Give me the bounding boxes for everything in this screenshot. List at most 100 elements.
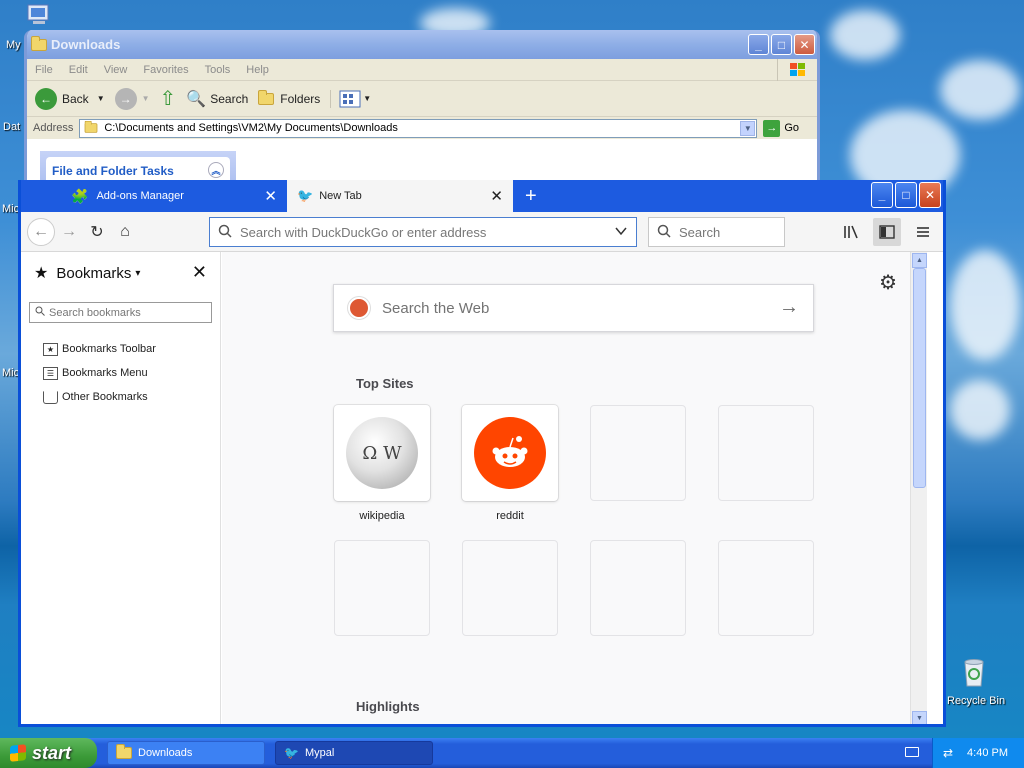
keyboard-icon[interactable] (905, 747, 919, 757)
back-button[interactable]: ← Back ▼ (35, 87, 105, 110)
back-label: Back (62, 91, 89, 106)
taskbar-button-downloads[interactable]: Downloads (107, 741, 265, 765)
folders-icon (258, 89, 275, 105)
my-computer-icon[interactable] (24, 3, 54, 29)
tab-label: Add-ons Manager (96, 190, 184, 202)
folders-button[interactable]: Folders (258, 89, 320, 106)
tab-new-tab[interactable]: 🐦 New Tab ✕ (287, 180, 513, 212)
home-icon: ⌂ (120, 222, 130, 240)
top-site-empty[interactable] (590, 405, 686, 501)
maximize-button[interactable]: □ (771, 34, 792, 55)
up-folder-button[interactable]: ⇧ (160, 86, 177, 111)
scroll-down-arrow-icon[interactable]: ▼ (912, 711, 927, 724)
desktop-icon-label[interactable]: My (6, 39, 21, 51)
taskbar: start Downloads 🐦 Mypal ⇄ 4:40 PM (0, 738, 1024, 768)
folder-icon (116, 744, 132, 759)
network-icon[interactable]: ⇄ (943, 746, 953, 760)
tab-addons-manager[interactable]: 🧩 Add-ons Manager ✕ (61, 180, 287, 212)
home-button[interactable]: ⌂ (111, 218, 139, 246)
taskbar-button-label: Downloads (138, 747, 193, 759)
top-site-wikipedia[interactable]: Ω W (334, 405, 430, 501)
web-search-input[interactable]: Search the Web → (333, 284, 814, 332)
reload-button[interactable]: ↻ (83, 218, 111, 246)
reddit-logo-icon (474, 417, 546, 489)
sidebar-toggle-button[interactable] (873, 218, 901, 246)
close-button[interactable]: ✕ (919, 182, 941, 208)
chevron-down-icon[interactable]: ▼ (142, 94, 150, 103)
forward-button[interactable]: → (55, 218, 83, 246)
menu-edit[interactable]: Edit (69, 64, 88, 76)
menu-view[interactable]: View (104, 64, 128, 76)
menu-tools[interactable]: Tools (205, 64, 231, 76)
maximize-button[interactable]: □ (895, 182, 917, 208)
menu-button[interactable] (909, 218, 937, 246)
library-button[interactable] (837, 218, 865, 246)
chevron-down-icon[interactable]: ▼ (740, 120, 756, 136)
recycle-bin-icon[interactable] (958, 656, 990, 688)
sidebar-item-other-bookmarks[interactable]: Other Bookmarks (21, 385, 220, 409)
top-site-label[interactable]: reddit (462, 510, 558, 522)
back-arrow-icon: ← (33, 222, 49, 240)
desktop-icon-label[interactable]: Mic (2, 367, 19, 379)
chevron-down-icon[interactable]: ▼ (97, 94, 105, 103)
views-button[interactable]: ▼ (330, 89, 371, 108)
url-placeholder: Search with DuckDuckGo or enter address (240, 224, 487, 240)
menu-file[interactable]: File (35, 64, 53, 76)
top-site-label[interactable]: wikipedia (334, 510, 430, 522)
clock[interactable]: 4:40 PM (967, 747, 1008, 759)
close-tab-icon[interactable]: ✕ (264, 187, 277, 205)
plus-icon: + (525, 184, 537, 207)
close-sidebar-icon[interactable]: ✕ (192, 262, 207, 283)
chevron-down-icon[interactable]: ▼ (363, 94, 371, 103)
sidebar-item-bookmarks-menu[interactable]: ☰ Bookmarks Menu (21, 361, 220, 385)
collapse-chevron-icon[interactable]: ︽ (208, 162, 224, 178)
search-button[interactable]: 🔍 Search (186, 89, 248, 109)
star-icon: ★ (34, 265, 49, 282)
bookmarks-search-input[interactable]: Search bookmarks (29, 302, 212, 323)
mypal-logo-icon: 🐦 (297, 188, 314, 203)
chevron-down-icon[interactable] (614, 224, 628, 241)
start-label: start (32, 742, 72, 763)
arrow-right-icon[interactable]: → (779, 296, 799, 319)
top-site-empty[interactable] (462, 540, 558, 636)
browser-window[interactable]: 🧩 Add-ons Manager ✕ 🐦 New Tab ✕ + _ □ ✕ … (18, 180, 946, 727)
bookmarks-toolbar-icon: ★ (43, 342, 58, 356)
start-button[interactable]: start (0, 738, 97, 768)
go-arrow-icon: → (763, 119, 781, 137)
top-site-reddit[interactable] (462, 405, 558, 501)
web-search-placeholder: Search the Web (382, 299, 490, 317)
highlights-title: Highlights (356, 699, 420, 714)
desktop-icon-label[interactable]: Mic (2, 203, 19, 215)
close-button[interactable]: ✕ (794, 34, 815, 55)
top-site-empty[interactable] (718, 405, 814, 501)
vertical-scrollbar[interactable]: ▲ ▼ (910, 252, 927, 724)
new-tab-button[interactable]: + (513, 180, 549, 212)
back-button[interactable]: ← (27, 217, 55, 246)
sidebar-header[interactable]: ★ Bookmarks ▾ ✕ (21, 252, 220, 294)
taskbar-button-mypal[interactable]: 🐦 Mypal (275, 741, 433, 765)
top-site-empty[interactable] (718, 540, 814, 636)
top-site-empty[interactable] (590, 540, 686, 636)
search-bar[interactable]: Search (648, 217, 785, 247)
sidebar-item-bookmarks-toolbar[interactable]: ★ Bookmarks Toolbar (21, 337, 220, 361)
scrollbar-thumb[interactable] (913, 268, 926, 488)
desktop-icon-label[interactable]: Dat (3, 121, 20, 133)
scroll-up-arrow-icon[interactable]: ▲ (912, 253, 927, 268)
forward-arrow-icon: → (61, 222, 77, 240)
url-bar[interactable]: Search with DuckDuckGo or enter address (209, 217, 637, 247)
explorer-titlebar[interactable]: Downloads _ □ ✕ (27, 30, 817, 59)
address-input[interactable]: C:\Documents and Settings\VM2\My Documen… (79, 118, 758, 138)
address-label: Address (33, 122, 74, 134)
gear-icon[interactable]: ⚙ (879, 270, 897, 295)
explorer-window[interactable]: Downloads _ □ ✕ File Edit View Favorites… (24, 30, 820, 190)
top-site-empty[interactable] (334, 540, 430, 636)
close-tab-icon[interactable]: ✕ (490, 187, 503, 205)
menu-help[interactable]: Help (246, 64, 269, 76)
forward-button[interactable]: → ▼ (114, 87, 150, 110)
desktop-icon-label[interactable]: Recycle Bin (947, 695, 1005, 707)
menu-favorites[interactable]: Favorites (143, 64, 188, 76)
chevron-down-icon[interactable]: ▾ (135, 268, 140, 279)
minimize-button[interactable]: _ (871, 182, 893, 208)
go-button[interactable]: → Go (763, 119, 799, 137)
minimize-button[interactable]: _ (748, 34, 769, 55)
